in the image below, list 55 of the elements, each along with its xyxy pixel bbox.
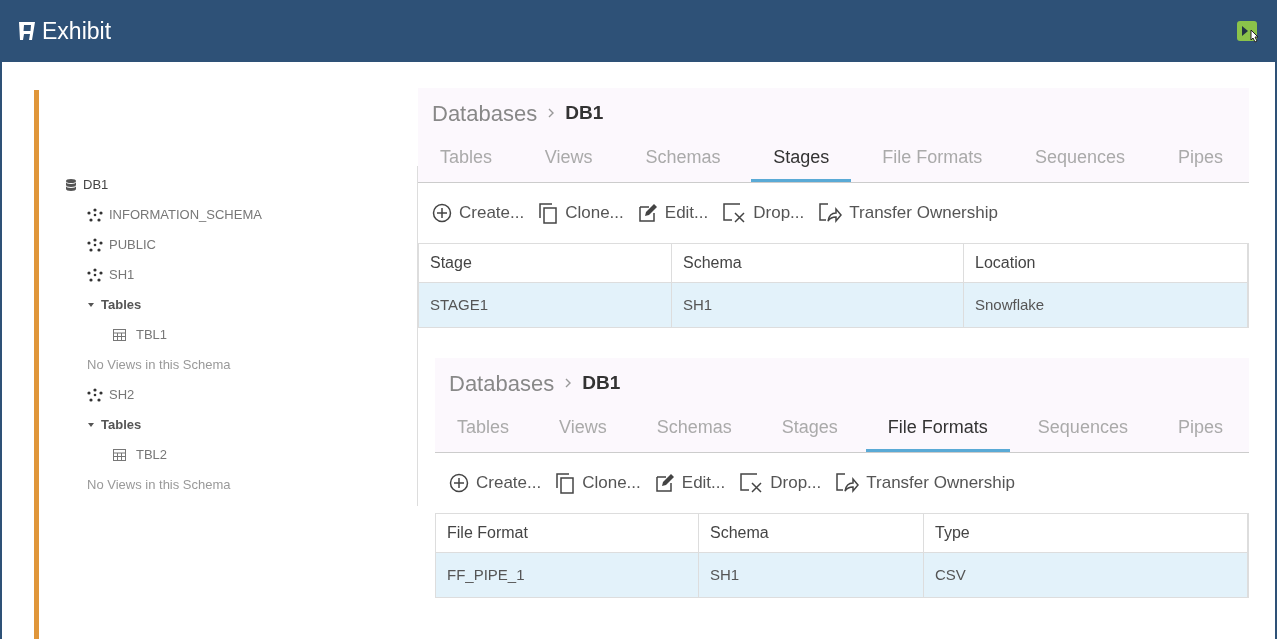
database-icon (65, 178, 77, 192)
create-button[interactable]: Create... (432, 200, 525, 226)
copy-icon (538, 202, 559, 224)
schema-icon (87, 268, 103, 282)
schema-icon (87, 208, 103, 222)
edit-icon (637, 203, 658, 223)
create-button[interactable]: Create... (449, 470, 542, 496)
table-cell: STAGE1 (419, 283, 672, 327)
expand-icon[interactable] (1235, 18, 1261, 44)
empty-note: No Views in this Schema (87, 476, 231, 495)
table-icon (113, 329, 126, 341)
delete-icon (739, 472, 764, 494)
clone-button[interactable]: Clone... (538, 200, 624, 226)
delete-icon (722, 202, 747, 224)
tab[interactable]: File Formats (865, 414, 1010, 452)
table-name[interactable]: TBL2 (136, 445, 168, 465)
table-cell: CSV (924, 553, 1248, 597)
table-cell: SH1 (699, 553, 924, 597)
table-icon (113, 449, 126, 461)
schema-name[interactable]: INFORMATION_SCHEMA (109, 205, 262, 225)
schema-icon (87, 238, 103, 252)
clone-button[interactable]: Clone... (555, 470, 641, 496)
table-cell: FF_PIPE_1 (436, 553, 699, 597)
easel-icon (16, 21, 38, 41)
table-name[interactable]: TBL1 (136, 325, 168, 345)
folder-label[interactable]: Tables (101, 295, 142, 315)
plus-circle-icon (432, 203, 452, 223)
schema-icon (87, 388, 103, 402)
copy-icon (555, 472, 576, 494)
plus-circle-icon (449, 473, 469, 493)
schema-name[interactable]: SH2 (109, 385, 135, 405)
breadcrumb-current: DB1 (565, 100, 604, 125)
drop-button[interactable]: Drop... (722, 200, 805, 226)
edit-button[interactable]: Edit... (637, 200, 709, 226)
schema-name[interactable]: PUBLIC (109, 235, 156, 255)
drop-button[interactable]: Drop... (739, 470, 822, 496)
table-cell: Snowflake (964, 283, 1248, 327)
transfer-button[interactable]: Transfer Ownership (835, 470, 1015, 496)
breadcrumb-current: DB1 (582, 370, 621, 395)
chevron-icon (547, 108, 556, 118)
window-title: Exhibit (42, 16, 112, 46)
table-cell: SH1 (672, 283, 964, 327)
edit-button[interactable]: Edit... (654, 470, 726, 496)
folder-label[interactable]: Tables (101, 415, 142, 435)
share-icon (818, 202, 843, 224)
schema-name[interactable]: SH1 (109, 265, 135, 285)
caret-icon[interactable] (87, 421, 95, 429)
share-icon (835, 472, 860, 494)
empty-note: No Views in this Schema (87, 356, 231, 375)
caret-icon[interactable] (87, 301, 95, 309)
edit-icon (654, 473, 675, 493)
transfer-button[interactable]: Transfer Ownership (818, 200, 998, 226)
tab[interactable]: Stages (751, 144, 852, 182)
chevron-icon (564, 378, 573, 388)
database-name[interactable]: DB1 (83, 175, 109, 195)
